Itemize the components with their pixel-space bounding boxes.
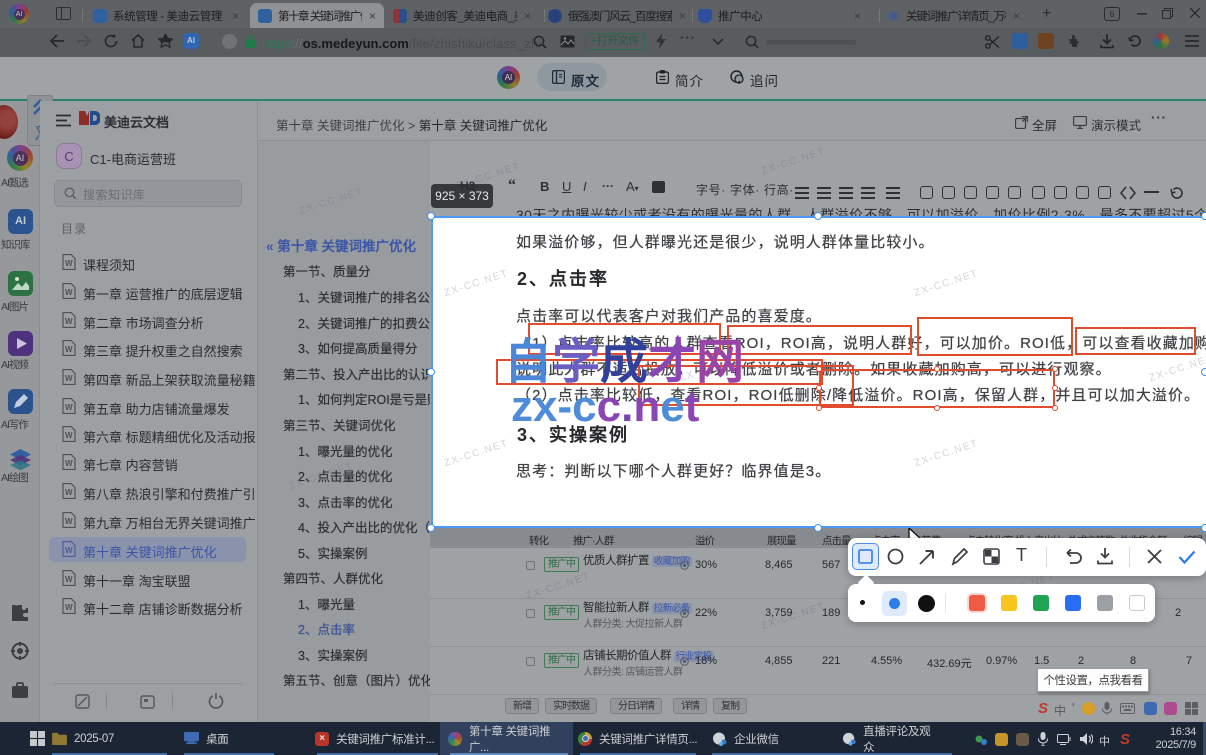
svg-text:W: W <box>65 459 73 468</box>
svg-text:W: W <box>65 517 73 526</box>
svg-text:W: W <box>65 603 73 612</box>
svg-text:W: W <box>65 488 73 497</box>
svg-text:W: W <box>65 374 73 383</box>
svg-text:W: W <box>65 288 73 297</box>
svg-text:W: W <box>65 317 73 326</box>
svg-text:W: W <box>65 546 73 555</box>
svg-text:W: W <box>65 431 73 440</box>
svg-text:W: W <box>65 259 73 268</box>
svg-text:W: W <box>65 575 73 584</box>
svg-text:W: W <box>65 345 73 354</box>
svg-text:W: W <box>65 403 73 412</box>
